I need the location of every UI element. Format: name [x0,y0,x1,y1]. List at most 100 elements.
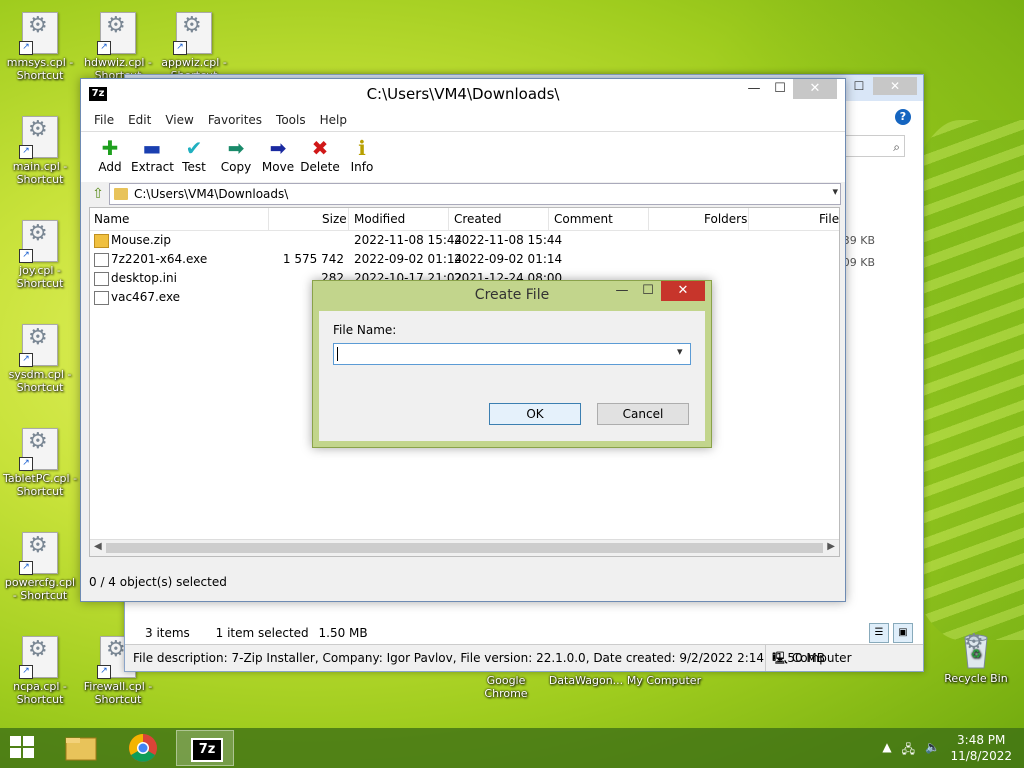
maximize-icon[interactable]: ☐ [635,281,661,301]
desktop-icon-main[interactable]: ↗ main.cpl - Shortcut [2,116,78,186]
exe-file-icon [94,291,109,305]
file-list-header: Name Size Modified Created Comment Folde… [90,208,839,231]
column-created[interactable]: Created [454,212,502,226]
menu-favorites[interactable]: Favorites [201,109,269,131]
network-icon[interactable]: 🖧 [902,740,915,761]
column-modified[interactable]: Modified [354,212,405,226]
menu-file[interactable]: File [87,109,121,131]
column-folders[interactable]: Folders [704,212,747,226]
up-folder-icon[interactable]: ⇧ [87,186,109,202]
start-button[interactable] [10,736,36,760]
help-icon[interactable]: ? [895,109,911,125]
chevron-down-icon[interactable]: ▾ [677,345,683,358]
delete-button[interactable]: ✖ Delete [299,132,341,182]
menu-view[interactable]: View [158,109,200,131]
chrome-icon [129,734,157,762]
menu-tools[interactable]: Tools [269,109,313,131]
exe-file-icon [94,253,109,267]
column-size[interactable]: Size [322,212,347,226]
desktop-icon-recycle-bin[interactable]: ♻ Recycle Bin [938,630,1014,685]
move-button[interactable]: ➡ Move [257,132,299,182]
folder-icon [94,234,109,248]
large-icons-view-icon[interactable]: ▣ [893,623,913,643]
toolbar: ✚ Add ▬ Extract ✔ Test ➡ Copy ➡ Move ✖ Delete … [81,132,845,182]
desktop-icon-chrome[interactable]: Google Chrome [468,674,544,700]
table-row[interactable]: 7z2201-x64.exe 1 575 742 2022-09-02 01:1… [90,250,839,269]
taskbar: 7z ▲ 🖧 🔈 3:48 PM 11/8/2022 [0,728,1024,768]
settings-file-icon [94,272,109,286]
close-icon[interactable]: ✕ [793,79,837,99]
desktop-icon-sysdm[interactable]: ↗ sysdm.cpl - Shortcut [2,324,78,394]
table-row[interactable]: Mouse.zip 2022-11-08 15:44 2022-11-08 15… [90,231,839,250]
maximize-icon[interactable]: ☐ [845,77,873,95]
horizontal-scrollbar[interactable]: ◀ ▶ [90,539,839,556]
explorer-status-bar: 3 items 1 item selected 1.50 MB [145,626,368,640]
move-arrow-icon: ➡ [269,136,287,160]
minimize-icon[interactable]: — [741,79,767,99]
status-bar: 0 / 4 object(s) selected [89,575,227,589]
computer-icon: 🖳 [772,651,789,665]
desktop-icon-my-computer[interactable]: My Computer [624,674,704,687]
check-icon: ✔ [185,136,203,160]
text-caret [337,347,338,361]
maximize-icon[interactable]: ☐ [767,79,793,99]
column-files[interactable]: File [819,212,839,226]
cancel-button[interactable]: Cancel [597,403,689,425]
taskbar-file-explorer[interactable] [52,730,110,766]
close-icon[interactable]: ✕ [873,77,917,95]
control-panel-icon: ↗ [19,324,58,367]
menu-help[interactable]: Help [313,109,354,131]
create-file-dialog[interactable]: Create File — ☐ ✕ File Name: ▾ OK Cancel [312,280,712,448]
address-input[interactable]: C:\Users\VM4\Downloads\ ▾ [109,183,841,205]
address-bar: ⇧ C:\Users\VM4\Downloads\ ▾ [87,183,841,205]
taskbar-chrome[interactable] [114,730,172,766]
control-panel-icon: ↗ [19,220,58,263]
search-icon[interactable]: ⌕ [845,135,905,157]
plus-icon: ✚ [101,136,119,160]
dialog-controls: — ☐ ✕ [609,281,705,301]
scrollbar-thumb[interactable] [106,543,823,553]
folder-icon [114,188,128,200]
chevron-up-icon[interactable]: ▲ [882,740,891,761]
minimize-icon[interactable]: — [609,281,635,301]
details-view-icon[interactable]: ☰ [869,623,889,643]
column-comment[interactable]: Comment [554,212,613,226]
control-panel-icon: ↗ [97,12,136,55]
scroll-left-icon[interactable]: ◀ [94,541,102,552]
delete-icon: ✖ [311,136,329,160]
chevron-down-icon[interactable]: ▾ [832,185,838,198]
computer-zone: 🖳 Computer [765,645,852,671]
close-icon[interactable]: ✕ [661,281,705,301]
file-name-input[interactable] [333,343,691,365]
7zip-titlebar[interactable]: 7z C:\Users\VM4\Downloads\ — ☐ ✕ [81,79,845,109]
dialog-body: File Name: ▾ OK Cancel [319,311,705,441]
menu-edit[interactable]: Edit [121,109,158,131]
control-panel-icon: ↗ [173,12,212,55]
volume-icon[interactable]: 🔈 [925,740,940,761]
window-title: C:\Users\VM4\Downloads\ [366,85,560,103]
desktop-icon-appwiz[interactable]: ↗ appwiz.cpl - Shortcut [156,12,232,82]
desktop-icon-tabletpc[interactable]: ↗ TabletPC.cpl - Shortcut [2,428,78,498]
desktop-icon-datawagon[interactable]: DataWagon... [546,674,626,687]
column-name[interactable]: Name [94,212,129,226]
test-button[interactable]: ✔ Test [173,132,215,182]
scroll-right-icon[interactable]: ▶ [827,541,835,552]
minus-icon: ▬ [142,136,162,160]
desktop-icon-hdwwiz[interactable]: ↗ hdwwiz.cpl - Shortcut [80,12,156,82]
control-panel-icon: ↗ [19,12,58,55]
ok-button[interactable]: OK [489,403,581,425]
copy-arrow-icon: ➡ [227,136,245,160]
desktop-icon-powercfg[interactable]: ↗ powercfg.cpl - Shortcut [2,532,78,602]
control-panel-icon: ↗ [19,532,58,575]
desktop-icon-joy[interactable]: ↗ joy.cpl - Shortcut [2,220,78,290]
info-button[interactable]: ℹ Info [341,132,383,182]
taskbar-7zip[interactable]: 7z [176,730,234,766]
desktop-icon-mmsys[interactable]: ↗ mmsys.cpl - Shortcut [2,12,78,82]
copy-button[interactable]: ➡ Copy [215,132,257,182]
file-name-label: File Name: [333,323,397,337]
window-controls: — ☐ ✕ [741,79,837,99]
desktop-icon-ncpa[interactable]: ↗ ncpa.cpl - Shortcut [2,636,78,706]
extract-button[interactable]: ▬ Extract [131,132,174,182]
clock[interactable]: 3:48 PM 11/8/2022 [950,732,1012,764]
add-button[interactable]: ✚ Add [89,132,131,182]
